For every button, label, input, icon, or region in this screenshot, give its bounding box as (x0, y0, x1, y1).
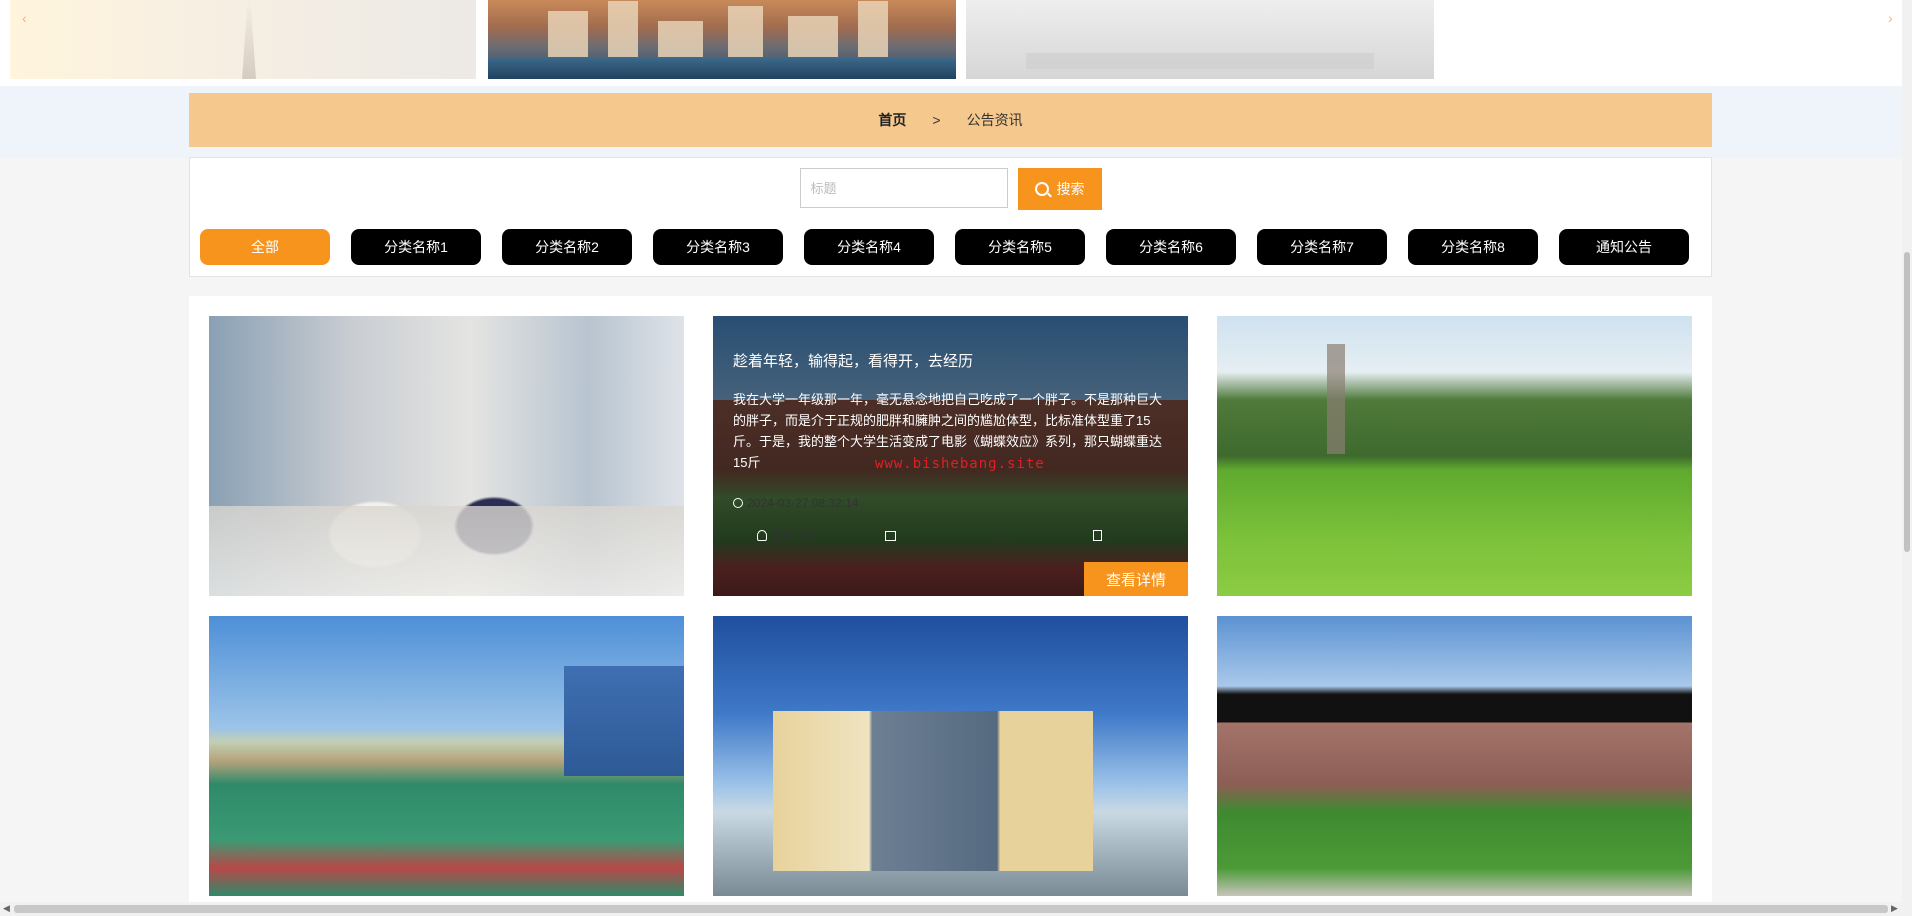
vertical-scrollbar-thumb[interactable] (1904, 252, 1910, 552)
desk-shape (1026, 53, 1374, 69)
news-card[interactable] (209, 316, 684, 596)
category-tab-1[interactable]: 分类名称1 (351, 229, 481, 265)
stat-favorites-value: 1 (1003, 528, 1011, 543)
search-icon (1034, 182, 1049, 196)
category-tabs: 全部 分类名称1 分类名称2 分类名称3 分类名称4 分类名称5 分类名称6 分… (200, 229, 1689, 265)
news-card[interactable] (1217, 316, 1692, 596)
banner-next-arrow-icon[interactable]: › (1888, 10, 1893, 26)
watermark-text: www.bishebang.site (875, 456, 1045, 472)
banner-carousel: ‹ › (0, 0, 1902, 86)
clock-icon (733, 498, 743, 508)
star-icon: ☆ (989, 528, 1000, 543)
building-shape (858, 1, 888, 61)
category-tab-notice[interactable]: 通知公告 (1559, 229, 1689, 265)
banner-prev-arrow-icon[interactable]: ‹ (22, 10, 27, 26)
breadcrumb: 首页 > 公告资讯 (189, 93, 1712, 147)
thumbs-up-icon (885, 530, 896, 541)
search-button-label: 搜索 (1056, 181, 1085, 197)
eiffel-tower-shape (242, 0, 256, 79)
horizontal-scrollbar-thumb[interactable] (14, 905, 1888, 913)
breadcrumb-current: 公告资讯 (966, 112, 1023, 128)
category-tab-5[interactable]: 分类名称5 (955, 229, 1085, 265)
news-card-time-value: 2024-03-27 08:32:14 (747, 496, 859, 510)
news-card-time: 2024-03-27 08:32:14 (733, 496, 858, 510)
scroll-right-arrow-icon[interactable]: ▶ (1891, 903, 1898, 914)
category-tab-all[interactable]: 全部 (200, 229, 330, 265)
category-tab-4[interactable]: 分类名称4 (804, 229, 934, 265)
category-tab-3[interactable]: 分类名称3 (653, 229, 783, 265)
scroll-left-arrow-icon[interactable]: ◀ (3, 903, 10, 914)
filter-panel: 搜索 全部 分类名称1 分类名称2 分类名称3 分类名称4 分类名称5 分类名称… (189, 157, 1712, 277)
category-tab-6[interactable]: 分类名称6 (1106, 229, 1236, 265)
horizontal-scrollbar[interactable]: ◀ ▶ (0, 902, 1902, 916)
stat-author: 发布人1 (757, 527, 885, 544)
news-card[interactable] (209, 616, 684, 896)
search-button[interactable]: 搜索 (1017, 168, 1102, 210)
user-icon (757, 530, 767, 541)
document-icon (1093, 530, 1102, 541)
news-grid: 趁着年轻，输得起，看得开，去经历 我在大学一年级那一年，毫无悬念地把自己吃成了一… (189, 296, 1712, 916)
search-row: 搜索 (190, 168, 1711, 210)
breadcrumb-separator: > (932, 112, 941, 128)
news-card-image (209, 616, 684, 896)
stat-favorites[interactable]: ☆ 1 (989, 527, 1093, 544)
news-card-title[interactable]: 趁着年轻，输得起，看得开，去经历 (733, 350, 1168, 371)
building-shape (548, 11, 588, 61)
harbor-water (488, 57, 956, 79)
news-card-image (1217, 616, 1692, 896)
stat-views-value: 1 (1106, 528, 1113, 543)
building-shape (728, 6, 763, 61)
news-card-image (1217, 316, 1692, 596)
category-tab-8[interactable]: 分类名称8 (1408, 229, 1538, 265)
banner-image-office[interactable] (966, 0, 1434, 79)
building-shape (788, 16, 838, 61)
news-card-image (713, 616, 1188, 896)
banner-image-city[interactable] (488, 0, 956, 79)
vertical-scrollbar[interactable] (1902, 0, 1912, 916)
stat-views: 1 (1093, 527, 1113, 544)
news-card-image (209, 316, 684, 596)
search-input[interactable] (799, 168, 1008, 208)
stat-likes[interactable] (885, 527, 989, 544)
breadcrumb-home-link[interactable]: 首页 (878, 110, 906, 130)
news-card-featured[interactable]: 趁着年轻，输得起，看得开，去经历 我在大学一年级那一年，毫无悬念地把自己吃成了一… (713, 316, 1188, 596)
category-tab-7[interactable]: 分类名称7 (1257, 229, 1387, 265)
news-card[interactable] (713, 616, 1188, 896)
news-card-stats: 发布人1 ☆ 1 1 (757, 527, 1113, 544)
news-card[interactable] (1217, 616, 1692, 896)
category-tab-2[interactable]: 分类名称2 (502, 229, 632, 265)
stat-author-value: 发布人1 (771, 529, 814, 543)
view-details-button[interactable]: 查看详情 (1084, 562, 1188, 596)
building-shape (658, 21, 703, 61)
banner-image-eiffel[interactable] (10, 0, 476, 79)
building-shape (608, 1, 638, 61)
